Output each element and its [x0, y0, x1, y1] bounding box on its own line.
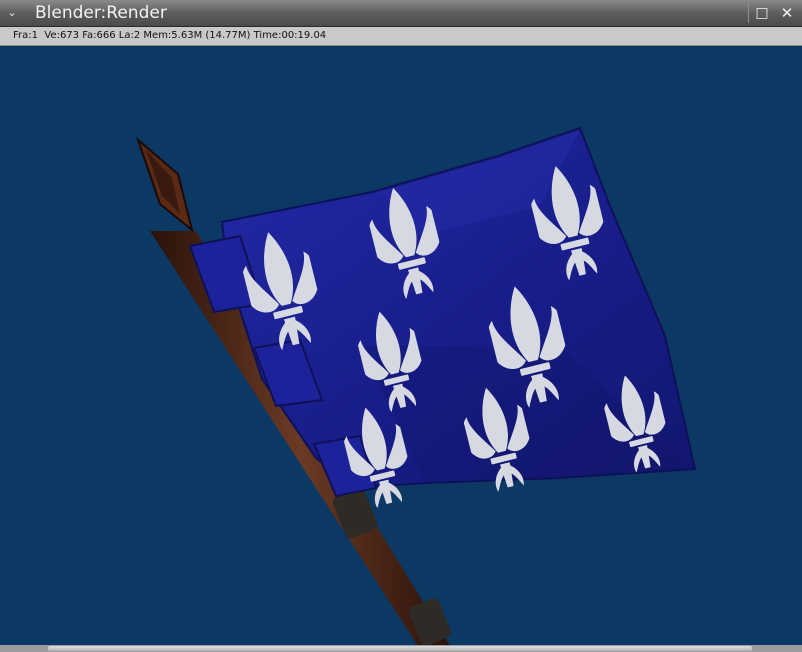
render-info-bar: Fra:1 Ve:673 Fa:666 La:2 Mem:5.63M (14.7… [0, 27, 802, 46]
maximize-icon[interactable]: □ [752, 4, 772, 23]
collapse-menu-icon[interactable]: ⌄ [3, 4, 21, 22]
render-stats: Fra:1 Ve:673 Fa:666 La:2 Mem:5.63M (14.7… [13, 30, 327, 41]
horizontal-scrollbar[interactable] [0, 645, 802, 652]
close-icon[interactable]: ✕ [777, 4, 797, 23]
render-viewport [0, 46, 802, 646]
render-window: ⌄ Blender:Render □ ✕ Fra:1 Ve:673 Fa:666… [0, 0, 802, 652]
title-bar[interactable]: ⌄ Blender:Render □ ✕ [0, 0, 802, 27]
title-separator [748, 4, 749, 23]
rendered-image [135, 126, 697, 646]
scrollbar-thumb[interactable] [48, 646, 752, 651]
window-title: Blender:Render [35, 3, 167, 23]
